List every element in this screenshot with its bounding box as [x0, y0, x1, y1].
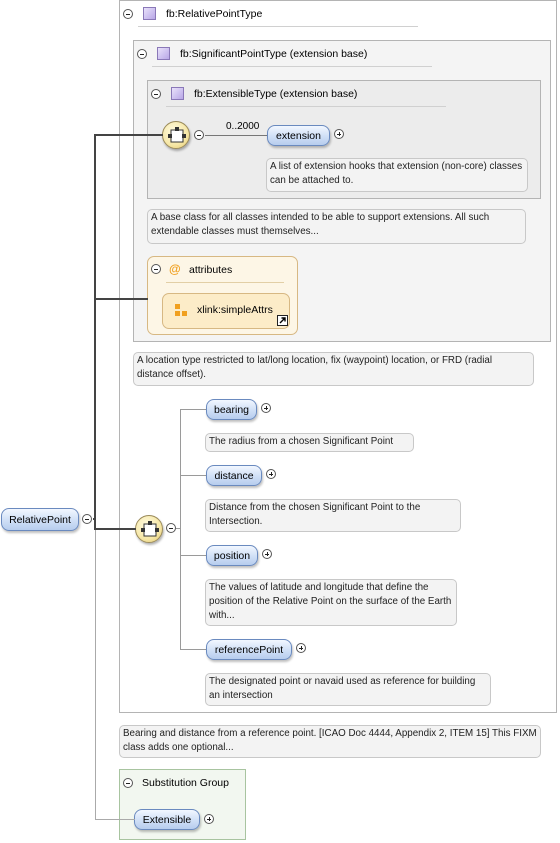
- substitution-group-label: Substitution Group: [142, 777, 229, 789]
- attribute-group-icon: [175, 304, 187, 316]
- simple-attrs-label: xlink:simpleAttrs: [197, 304, 273, 316]
- attributes-header-underline: [166, 282, 284, 283]
- bracket-top: [180, 409, 206, 410]
- wire-to-children-sequence: [94, 528, 136, 530]
- collapse-extensible-button[interactable]: [151, 89, 161, 99]
- children-sequence-glyph-icon: [141, 521, 159, 537]
- wire-vertical-main: [94, 134, 96, 530]
- bearing-doc: The radius from a chosen Significant Poi…: [205, 433, 414, 452]
- significant-header-underline: [152, 66, 432, 67]
- extensible-type-name: fb:ExtensibleType (extension base): [194, 88, 358, 100]
- extension-connector: [205, 135, 267, 136]
- extension-doc: A list of extension hooks that extension…: [266, 158, 528, 192]
- collapse-attributes-button[interactable]: [151, 264, 161, 274]
- significant-type-icon: [157, 47, 170, 60]
- wire-to-attributes: [94, 298, 148, 300]
- bracket-position: [180, 555, 206, 556]
- sequence-glyph-icon: [168, 127, 186, 143]
- expand-distance-button[interactable]: [266, 469, 276, 479]
- bracket-distance: [180, 475, 206, 476]
- collapse-significant-button[interactable]: [137, 49, 147, 59]
- collapse-relative-point-button[interactable]: [82, 514, 92, 524]
- extensible-doc: A base class for all classes intended to…: [147, 209, 526, 244]
- extension-element[interactable]: extension: [267, 125, 330, 146]
- extensible-type-icon: [171, 87, 184, 100]
- type-name: fb:RelativePointType: [166, 8, 263, 20]
- element-doc: Bearing and distance from a reference po…: [119, 725, 541, 758]
- attribute-at-icon: @: [169, 262, 181, 276]
- expand-bearing-button[interactable]: [261, 403, 271, 413]
- distance-element[interactable]: distance: [206, 465, 262, 486]
- type-header-underline: [138, 26, 418, 27]
- collapse-extension-sequence-button[interactable]: [194, 130, 204, 140]
- extensible-header-underline: [166, 106, 446, 107]
- collapse-substitution-button[interactable]: [123, 778, 133, 788]
- position-doc: The values of latitude and longitude tha…: [205, 579, 457, 626]
- expand-extension-button[interactable]: [334, 129, 344, 139]
- bracket-bottom: [180, 649, 206, 650]
- distance-doc: Distance from the chosen Significant Poi…: [205, 499, 461, 532]
- extensible-substitution-element[interactable]: Extensible: [134, 809, 200, 830]
- expand-position-button[interactable]: [262, 549, 272, 559]
- wire-to-substitution-h: [95, 819, 135, 820]
- attributes-label: attributes: [189, 264, 233, 276]
- expand-reference-point-button[interactable]: [296, 643, 306, 653]
- expand-extensible-button[interactable]: [204, 814, 214, 824]
- collapse-type-button[interactable]: [123, 9, 133, 19]
- reference-point-doc: The designated point or navaid used as r…: [205, 673, 491, 706]
- children-sequence-icon[interactable]: [135, 515, 163, 543]
- wire-to-substitution: [95, 530, 96, 820]
- collapse-children-sequence-button[interactable]: [166, 523, 176, 533]
- reference-point-element[interactable]: referencePoint: [206, 639, 292, 660]
- significant-point-doc: A location type restricted to lat/long l…: [133, 352, 534, 386]
- relative-point-element[interactable]: RelativePoint: [1, 508, 79, 531]
- complex-type-icon: [143, 7, 156, 20]
- wire-to-extension-sequence: [94, 134, 163, 136]
- extension-occurs: 0..2000: [226, 121, 260, 132]
- children-bracket-line: [180, 410, 181, 649]
- position-element[interactable]: position: [206, 545, 258, 566]
- significant-type-name: fb:SignificantPointType (extension base): [180, 48, 368, 60]
- link-arrow-icon[interactable]: [277, 315, 288, 326]
- bracket-seq-connector: [176, 528, 181, 529]
- bearing-element[interactable]: bearing: [206, 399, 257, 420]
- extension-sequence-icon[interactable]: [162, 121, 190, 149]
